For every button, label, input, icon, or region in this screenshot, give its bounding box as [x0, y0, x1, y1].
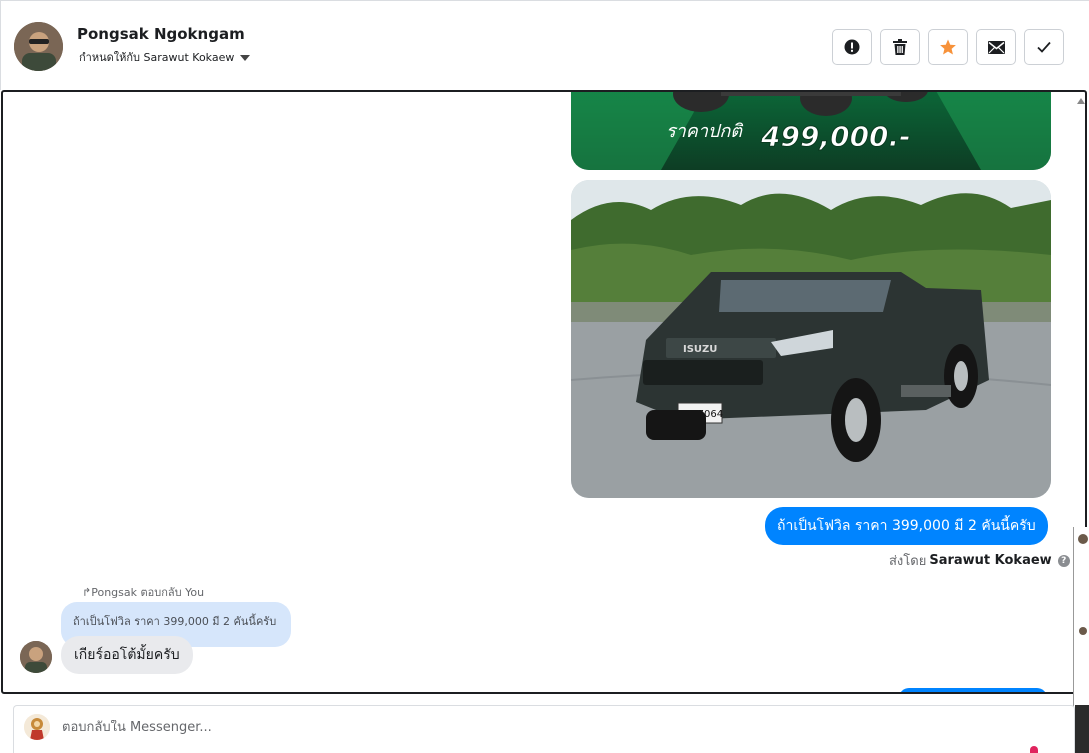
mark-unread-button[interactable]: [976, 29, 1016, 65]
side-panel-footer: [1075, 705, 1089, 753]
help-icon[interactable]: ?: [1057, 554, 1070, 567]
promo-price-value: 499,000.-: [760, 120, 911, 153]
conversation-header: Pongsak Ngokngam กำหนดให้กับ Sarawut Kok…: [0, 0, 1089, 90]
sent-by-prefix: ส่งโดย: [889, 554, 927, 569]
promo-image[interactable]: ราคาปกติ 499,000.-: [571, 92, 1051, 170]
side-avatar[interactable]: [1079, 627, 1087, 635]
notification-marker-icon: [1030, 746, 1038, 753]
star-button[interactable]: [928, 29, 968, 65]
outgoing-message-partial[interactable]: [899, 688, 1047, 692]
assignee-label: กำหนดให้กับ Sarawut Kokaew: [79, 51, 235, 64]
conversation-toolbar: [832, 29, 1064, 65]
alert-circle-icon: [844, 39, 860, 55]
assignee-dropdown[interactable]: กำหนดให้กับ Sarawut Kokaew: [79, 48, 251, 66]
page-avatar: [24, 714, 50, 740]
sent-by-info: ส่งโดย Sarawut Kokaew ?: [889, 550, 1070, 571]
message-thread[interactable]: ราคาปกติ 499,000.- ISUZU บล 7064: [1, 90, 1087, 694]
delete-button[interactable]: [880, 29, 920, 65]
outgoing-message[interactable]: ถ้าเป็นโฟวิล ราคา 399,000 มี 2 คันนี้ครั…: [765, 507, 1048, 545]
contact-name[interactable]: Pongsak Ngokngam: [77, 25, 245, 43]
done-button[interactable]: [1024, 29, 1064, 65]
sent-by-name: Sarawut Kokaew: [929, 553, 1052, 568]
side-avatar[interactable]: [1078, 534, 1088, 544]
truck-brand-badge: ISUZU: [683, 344, 717, 355]
truck-photo[interactable]: ISUZU บล 7064: [571, 180, 1051, 498]
checkmark-icon: [1037, 41, 1051, 53]
reply-composer: [13, 705, 1075, 753]
sender-avatar[interactable]: [20, 641, 52, 673]
star-icon: [940, 39, 956, 55]
contact-avatar[interactable]: [14, 22, 63, 71]
reply-arrow-icon: ↱: [82, 586, 92, 599]
report-button[interactable]: [832, 29, 872, 65]
scroll-up-arrow-icon[interactable]: [1077, 98, 1085, 104]
envelope-icon: [987, 40, 1005, 54]
chevron-down-icon: [240, 54, 251, 61]
reply-note: ↱Pongsak ตอบกลับ You: [82, 586, 205, 599]
trash-icon: [893, 39, 907, 55]
promo-price-label: ราคาปกติ: [666, 121, 744, 142]
incoming-message[interactable]: เกียร์ออโต้มั้ยครับ: [61, 636, 193, 674]
reply-input[interactable]: [62, 720, 1042, 735]
